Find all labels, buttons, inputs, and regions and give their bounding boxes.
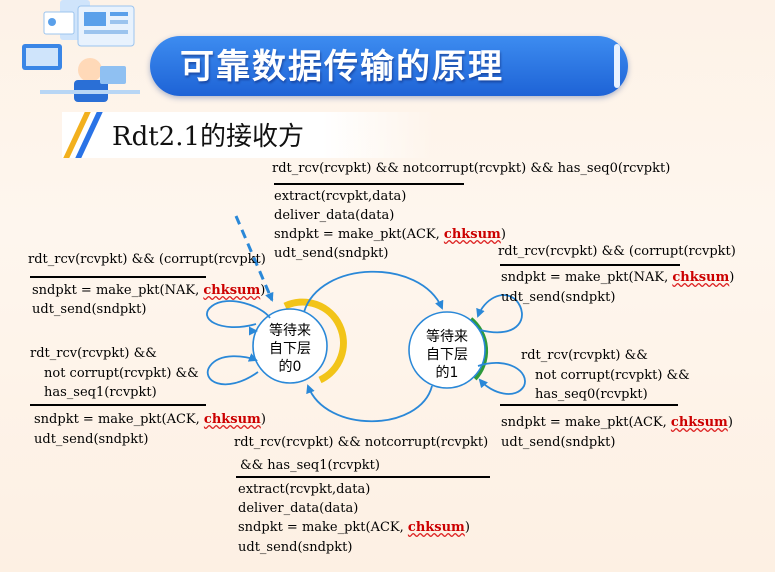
left-lower-action-send: udt_send(sndpkt): [34, 432, 149, 447]
right-upper-divider: [500, 264, 680, 266]
top-action-makepkt: sndpkt = make_pkt(ACK, chksum): [274, 227, 506, 242]
checksum-text: chksum: [203, 283, 261, 298]
right-lower-event-2: not corrupt(rcvpkt) &&: [535, 368, 690, 383]
bottom-action-deliver: deliver_data(data): [238, 501, 359, 516]
right-upper-event: rdt_rcv(rcvpkt) && (corrupt(rcvpkt): [498, 244, 736, 259]
checksum-text: chksum: [672, 270, 730, 285]
checksum-text: chksum: [443, 227, 501, 242]
checksum-text: chksum: [407, 520, 465, 535]
left-lower-divider: [30, 404, 206, 406]
transition-arrow-bottom: [306, 384, 433, 423]
left-upper-action-send: udt_send(sndpkt): [32, 302, 147, 317]
state0-label: 等待来 自下层 的0: [269, 323, 311, 375]
top-action-deliver: deliver_data(data): [274, 208, 395, 223]
self-loop-state0-lower: [206, 353, 259, 386]
right-upper-action-makepkt: sndpkt = make_pkt(NAK, chksum): [501, 270, 735, 285]
bottom-action-makepkt: sndpkt = make_pkt(ACK, chksum): [238, 520, 470, 535]
right-lower-event-1: rdt_rcv(rcvpkt) &&: [521, 348, 648, 363]
state1-label: 等待来 自下层 的1: [426, 329, 468, 381]
top-event: rdt_rcv(rcvpkt) && notcorrupt(rcvpkt) &&…: [272, 161, 671, 176]
self-loop-state1-lower: [477, 361, 526, 395]
left-upper-action-makepkt: sndpkt = make_pkt(NAK, chksum): [32, 283, 266, 298]
checksum-text: chksum: [670, 415, 728, 430]
right-lower-event-3: has_seq0(rcvpkt): [535, 387, 648, 402]
bottom-divider: [236, 476, 490, 478]
right-upper-action-send: udt_send(sndpkt): [501, 290, 616, 305]
top-action-send: udt_send(sndpkt): [274, 246, 389, 261]
left-upper-divider: [30, 276, 206, 278]
right-lower-action-makepkt: sndpkt = make_pkt(ACK, chksum): [501, 415, 733, 430]
left-lower-event-1: rdt_rcv(rcvpkt) &&: [30, 346, 157, 361]
top-action-extract: extract(rcvpkt,data): [274, 189, 407, 204]
right-lower-divider: [500, 404, 678, 406]
bottom-event-2: && has_seq1(rcvpkt): [240, 458, 380, 473]
left-upper-event: rdt_rcv(rcvpkt) && (corrupt(rcvpkt): [28, 252, 266, 267]
top-divider: [274, 183, 464, 185]
bottom-action-extract: extract(rcvpkt,data): [238, 482, 371, 497]
left-lower-action-makepkt: sndpkt = make_pkt(ACK, chksum): [34, 412, 266, 427]
left-lower-event-3: has_seq1(rcvpkt): [44, 385, 157, 400]
left-lower-event-2: not corrupt(rcvpkt) &&: [44, 366, 199, 381]
bottom-event-1: rdt_rcv(rcvpkt) && notcorrupt(rcvpkt): [234, 435, 489, 450]
bottom-action-send: udt_send(sndpkt): [238, 540, 353, 555]
right-lower-action-send: udt_send(sndpkt): [501, 435, 616, 450]
checksum-text: chksum: [203, 412, 261, 427]
